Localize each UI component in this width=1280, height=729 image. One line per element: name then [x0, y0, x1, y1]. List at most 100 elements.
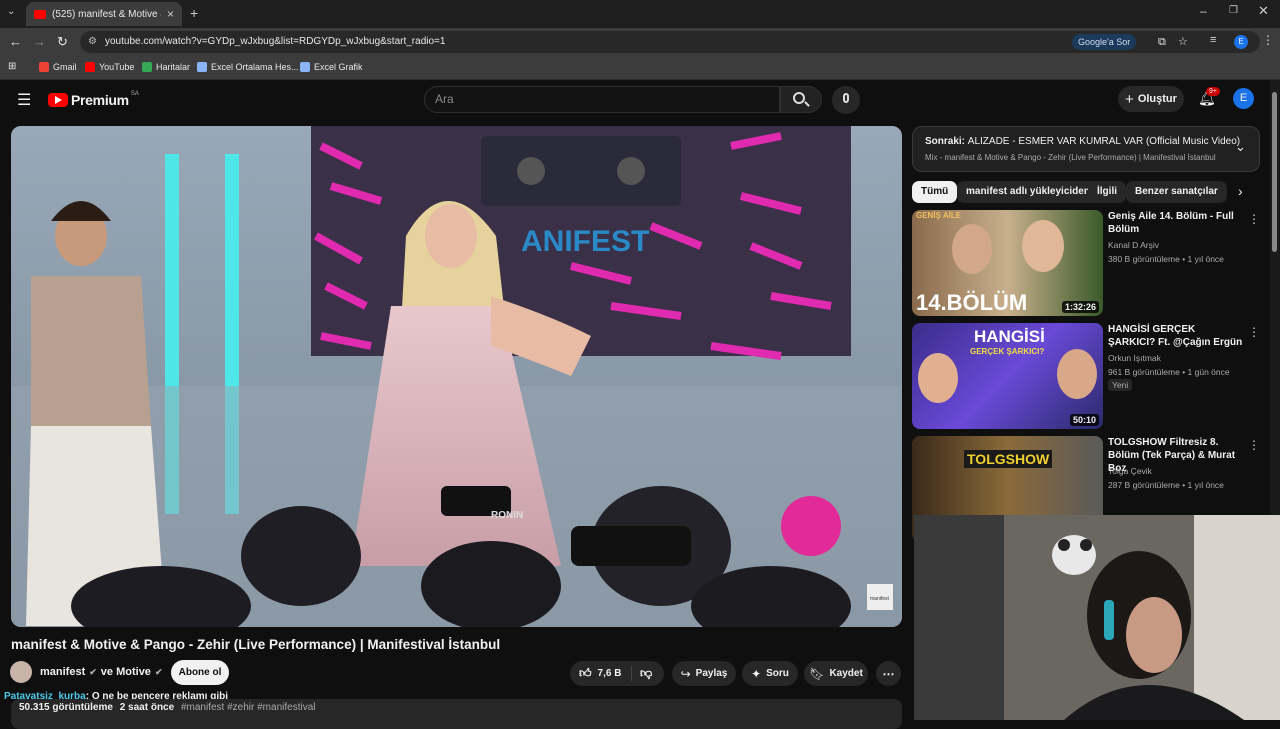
notifications-button[interactable]: 🔔︎ 9+ — [1198, 87, 1220, 108]
gmail-icon — [39, 62, 49, 72]
subscribe-button[interactable]: Abone ol — [171, 660, 229, 685]
description-box[interactable]: 50.315 görüntüleme 2 saat önce #manifest… — [11, 699, 902, 729]
recommended-video[interactable]: HANGİSİ GERÇEK ŞARKICI? 50:10 HANGİSİ GE… — [912, 323, 1262, 429]
profile-avatar[interactable]: E — [1234, 35, 1248, 49]
chevron-right-icon[interactable]: › — [1238, 183, 1243, 199]
collab-text[interactable]: ve Motive — [101, 666, 151, 678]
youtube-favicon-icon — [34, 9, 46, 19]
watermark-text: manifest — [870, 596, 890, 602]
tab-title: (525) manifest & Motive & Pango - Zehir … — [52, 8, 161, 20]
apps-grid-icon[interactable]: ⊞ — [8, 61, 16, 72]
video-thumbnail[interactable]: HANGİSİ GERÇEK ŞARKICI? 50:10 — [912, 323, 1103, 429]
chip-related[interactable]: İlgili — [1088, 181, 1126, 203]
video-title[interactable]: HANGİSİ GERÇEK ŞARKICI? Ft. @Çağın Ergün — [1108, 323, 1243, 349]
like-button[interactable]: 👍︎ 7,6 B — [570, 666, 632, 681]
thumbnail-overlay: 14.BÖLÜM — [916, 290, 1028, 315]
forward-icon[interactable]: → — [33, 34, 46, 49]
video-frame: ANIFEST RONIN manifest — [11, 126, 902, 627]
verified-icon: ✔ — [154, 666, 163, 677]
install-app-icon[interactable]: ⧉ — [1158, 31, 1166, 53]
share-button[interactable]: ↪ Paylaş — [672, 661, 736, 686]
search-input[interactable]: Ara — [424, 86, 780, 113]
channel-name-row: manifest ✔ ve Motive ✔ — [40, 666, 162, 678]
create-button[interactable]: + Oluştur — [1118, 86, 1184, 112]
channel-name[interactable]: Orkun Işıtmak — [1108, 353, 1161, 363]
search-button[interactable] — [780, 86, 822, 113]
channel-name[interactable]: manifest — [40, 666, 85, 678]
chip-all[interactable]: Tümü — [912, 181, 958, 203]
chip-from-uploader[interactable]: manifest adlı yükleyiciden — [957, 181, 1099, 203]
hamburger-menu-icon[interactable]: ☰ — [17, 90, 31, 110]
bookmark-excel-chart[interactable]: Excel Grafik — [300, 62, 363, 72]
reload-icon[interactable]: ↻ — [57, 34, 68, 50]
video-player[interactable]: ANIFEST RONIN manifest — [11, 126, 902, 627]
microphone-icon — [843, 93, 849, 103]
camera-brand-text: RONIN — [491, 510, 523, 521]
page-icon — [300, 62, 310, 72]
browser-tab-bar: ⌄ (525) manifest & Motive & Pango - Zehi… — [0, 0, 1280, 28]
dislike-button[interactable]: 👎︎ — [632, 666, 652, 681]
voice-search-button[interactable] — [832, 86, 860, 114]
video-duration: 1:32:26 — [1061, 301, 1099, 313]
hashtags[interactable]: #manifest #zehir #manifestival — [181, 702, 316, 713]
bookmark-gmail[interactable]: Gmail — [39, 62, 77, 72]
cassette-graphic — [481, 136, 681, 206]
recommended-video[interactable]: GENİŞ AİLE 14.BÖLÜM 1:32:26 Geniş Aile 1… — [912, 210, 1262, 316]
youtube-logo[interactable]: Premium SA — [48, 91, 139, 108]
google-ask-button[interactable]: Google'a Sor — [1072, 34, 1137, 50]
up-next-panel[interactable]: Sonraki: ALIZADE - ESMER VAR KUMRAL VAR … — [912, 126, 1260, 172]
site-info-icon[interactable]: ⚙ — [88, 31, 97, 53]
browser-tab[interactable]: (525) manifest & Motive & Pango - Zehir … — [26, 2, 182, 26]
thumbs-down-icon: 👎︎ — [640, 666, 653, 680]
more-options-icon[interactable]: ⋮ — [1248, 325, 1260, 339]
bookmark-star-icon[interactable]: ☆ — [1178, 31, 1188, 53]
webcam-overlay — [914, 515, 1280, 720]
media-control-icon[interactable]: ≡ — [1210, 34, 1216, 46]
browser-menu-icon[interactable]: ⋮ — [1262, 33, 1274, 47]
restore-icon[interactable]: ❐ — [1229, 5, 1238, 16]
video-meta: 287 B görüntüleme • 1 yıl önce — [1108, 480, 1224, 490]
channel-avatar[interactable] — [10, 661, 32, 683]
more-options-icon[interactable]: ⋮ — [1248, 438, 1260, 452]
stage-screen-text: ANIFEST — [521, 225, 649, 258]
google-ask-label: Google'a Sor — [1078, 37, 1131, 47]
thumbs-up-icon: 👍︎ — [579, 666, 592, 680]
minimize-icon[interactable]: – — [1200, 4, 1207, 18]
close-window-icon[interactable]: ✕ — [1258, 3, 1269, 19]
chevron-down-icon[interactable]: ⌄ — [1235, 139, 1246, 155]
ask-button[interactable]: ✦ Soru — [742, 661, 798, 686]
video-title[interactable]: Geniş Aile 14. Bölüm - Full Bölüm — [1108, 210, 1243, 236]
new-badge: Yeni — [1108, 379, 1133, 391]
more-options-icon[interactable]: ⋮ — [1248, 212, 1260, 226]
mix-subtitle: Mix - manifest & Motive & Pango - Zehir … — [925, 153, 1216, 162]
back-icon[interactable]: ← — [9, 34, 22, 49]
save-button[interactable]: 🔖︎ Kaydet — [804, 661, 868, 686]
region-code: SA — [130, 91, 139, 97]
page-icon — [197, 62, 207, 72]
chip-similar-artists[interactable]: Benzer sanatçılar — [1126, 181, 1227, 203]
url-text: youtube.com/watch?v=GYDp_wJxbug&list=RDG… — [105, 36, 446, 47]
notification-badge: 9+ — [1206, 87, 1220, 96]
youtube-play-icon — [48, 93, 68, 107]
more-actions-button[interactable]: ⋯ — [876, 661, 901, 686]
channel-name[interactable]: Kanal D Arşiv — [1108, 240, 1159, 250]
new-tab-icon[interactable]: + — [190, 5, 198, 21]
thumbnail-overlay-sub: GERÇEK ŞARKICI? — [970, 347, 1045, 356]
channel-name[interactable]: Tolga Çevik — [1108, 466, 1152, 476]
video-duration: 50:10 — [1069, 414, 1099, 426]
bookmark-maps[interactable]: Haritalar — [142, 62, 190, 72]
close-tab-icon[interactable]: × — [167, 7, 174, 21]
share-icon: ↪ — [680, 666, 691, 681]
address-bar[interactable]: ⚙ youtube.com/watch?v=GYDp_wJxbug&list=R… — [80, 31, 1260, 53]
video-thumbnail[interactable]: GENİŞ AİLE 14.BÖLÜM 1:32:26 — [912, 210, 1103, 316]
maps-icon — [142, 62, 152, 72]
account-avatar[interactable]: E — [1233, 88, 1254, 109]
video-title: manifest & Motive & Pango - Zehir (Live … — [11, 637, 501, 652]
bookmark-icon: 🔖︎ — [809, 666, 825, 681]
bookmarks-bar: ⊞ Gmail YouTube Haritalar Excel Ortalama… — [0, 56, 1280, 80]
bookmark-youtube[interactable]: YouTube — [85, 62, 134, 72]
tab-search-icon[interactable]: ⌄ — [7, 6, 15, 17]
thumbnail-overlay: TOLGSHOW — [964, 450, 1053, 468]
more-icon: ⋯ — [882, 666, 895, 681]
bookmark-excel-average[interactable]: Excel Ortalama Hes... — [197, 62, 299, 72]
